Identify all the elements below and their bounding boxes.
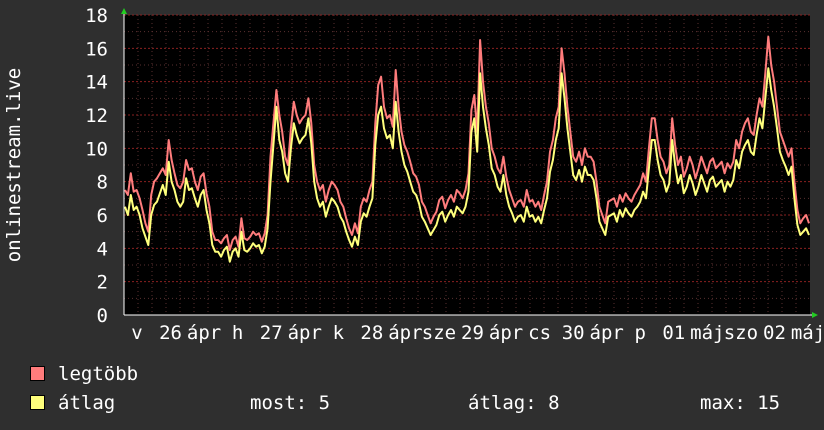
stat-max: max: 15 xyxy=(700,392,781,414)
y-tick-label: 6 xyxy=(97,205,108,227)
x-tick-label: máj xyxy=(690,322,724,344)
x-tick-label: p xyxy=(635,322,646,344)
y-axis-label: onlinestream.live xyxy=(3,68,25,262)
x-tick-label: ápr xyxy=(187,322,221,344)
y-tick-label: 2 xyxy=(97,272,108,294)
y-axis-arrow xyxy=(121,8,127,14)
x-tick-labels: v 26 ápr h 27 ápr k 28 ápr sze 29 ápr cs 30 ápr p 01 máj s… xyxy=(131,322,824,344)
x-tick-label: 01 xyxy=(662,322,685,344)
x-tick-label: 27 xyxy=(260,322,283,344)
y-tick-label: 16 xyxy=(85,38,108,60)
x-tick-label: k xyxy=(333,322,345,344)
legend-swatch-max xyxy=(30,366,45,381)
x-tick-label: sze xyxy=(422,322,456,344)
x-tick-label: h xyxy=(232,322,243,344)
x-tick-label: 29 xyxy=(461,322,484,344)
plot-area xyxy=(124,15,810,315)
x-tick-label: ápr xyxy=(590,322,624,344)
y-tick-label: 4 xyxy=(97,238,108,260)
x-tick-label: 30 xyxy=(562,322,585,344)
stat-now: most: 5 xyxy=(250,392,331,414)
x-tick-label: 26 xyxy=(159,322,182,344)
y-tick-label: 14 xyxy=(85,72,108,94)
x-tick-label: 02 xyxy=(763,322,786,344)
x-tick-label: ápr xyxy=(288,322,322,344)
legend-label-max: legtöbb xyxy=(58,363,139,385)
x-tick-label: cs xyxy=(528,322,551,344)
x-tick-label: ápr xyxy=(388,322,422,344)
x-tick-label: szo xyxy=(724,322,758,344)
x-tick-label: 28 xyxy=(360,322,383,344)
y-tick-label: 8 xyxy=(97,172,108,194)
legend-swatch-avg xyxy=(30,395,45,410)
y-tick-label: 18 xyxy=(85,5,108,27)
x-tick-label: v xyxy=(131,322,142,344)
legend-label-avg: átlag xyxy=(58,392,116,414)
x-axis-arrow xyxy=(812,312,818,318)
y-tick-label: 12 xyxy=(85,105,108,127)
y-tick-label: 0 xyxy=(97,305,108,327)
y-tick-labels: 0 2 4 6 8 10 12 14 16 18 xyxy=(85,5,108,327)
stat-average: átlag: 8 xyxy=(468,392,560,414)
y-tick-label: 10 xyxy=(85,138,108,160)
x-tick-label: máj xyxy=(791,322,824,344)
x-tick-label: ápr xyxy=(489,322,523,344)
